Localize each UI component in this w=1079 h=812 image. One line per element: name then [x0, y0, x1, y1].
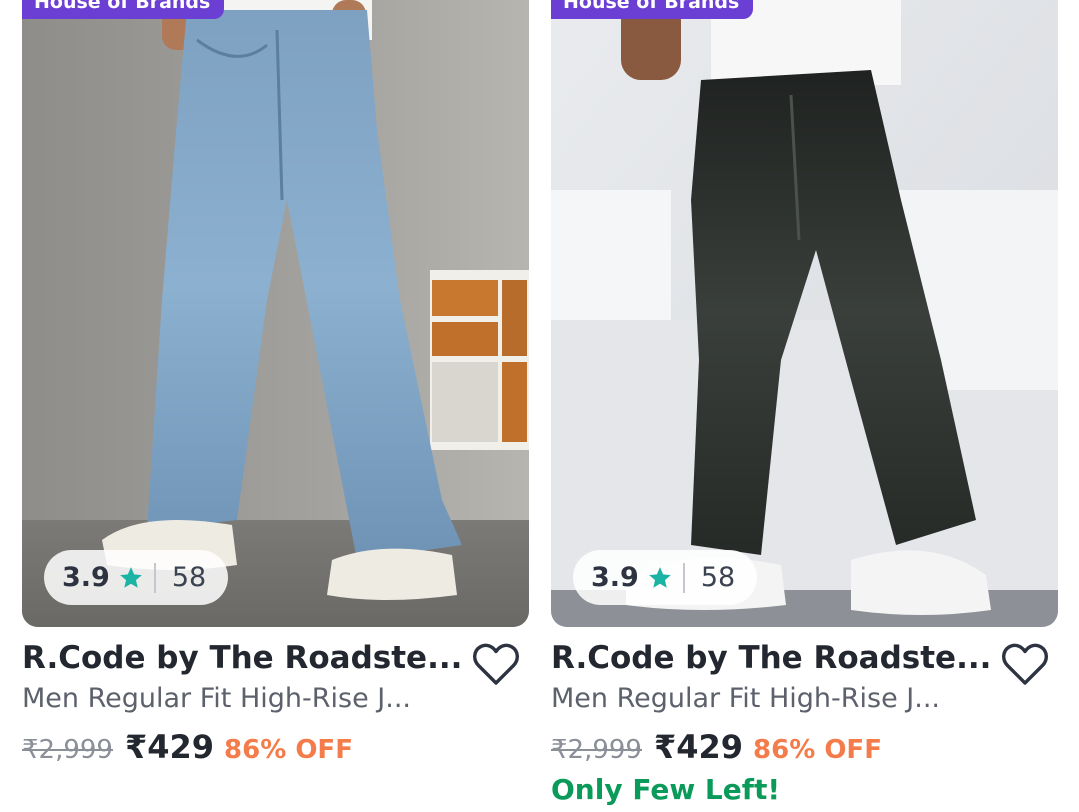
star-icon: [118, 565, 144, 591]
rating-value: 3.9: [591, 562, 639, 593]
original-price: ₹2,999: [22, 735, 113, 765]
star-icon: [647, 565, 673, 591]
original-price: ₹2,999: [551, 735, 642, 765]
wishlist-button[interactable]: [1000, 642, 1050, 690]
discount-label: 86% OFF: [224, 735, 353, 765]
product-image[interactable]: House of Brands 3.9 58: [22, 0, 529, 627]
sale-price: ₹429: [124, 728, 215, 766]
rating-pill: 3.9 58: [44, 550, 229, 605]
heart-outline-icon: [472, 642, 520, 690]
light-blue-wide-leg-jeans-photo: [22, 0, 529, 627]
price-row: ₹2,999 ₹429 86% OFF: [551, 728, 882, 766]
product-subtitle: Men Regular Fit High-Rise J...: [22, 683, 412, 714]
product-image[interactable]: House of Brands 3.9 58: [551, 0, 1058, 627]
discount-label: 86% OFF: [753, 735, 882, 765]
product-title[interactable]: R.Code by The Roadste...: [22, 640, 462, 676]
rating-count: 58: [171, 562, 207, 593]
product-card[interactable]: House of Brands 3.9 58 R.Code by The Roa…: [551, 0, 1058, 812]
stock-note: Only Few Left!: [551, 773, 781, 806]
rating-value: 3.9: [62, 562, 110, 593]
product-grid: House of Brands 3.9 58 R.Code by The Roa…: [0, 0, 1079, 812]
rating-divider: [153, 562, 156, 593]
rating-divider: [682, 562, 685, 593]
product-subtitle: Men Regular Fit High-Rise J...: [551, 683, 941, 714]
product-title[interactable]: R.Code by The Roadste...: [551, 640, 991, 676]
heart-outline-icon: [1001, 642, 1049, 690]
wishlist-button[interactable]: [471, 642, 521, 690]
brand-badge: House of Brands: [22, 0, 225, 19]
product-card[interactable]: House of Brands 3.9 58 R.Code by The Roa…: [22, 0, 529, 812]
rating-pill: 3.9 58: [573, 550, 758, 605]
brand-badge: House of Brands: [551, 0, 754, 19]
rating-count: 58: [700, 562, 736, 593]
black-relaxed-jeans-photo: [551, 0, 1058, 627]
sale-price: ₹429: [653, 728, 744, 766]
price-row: ₹2,999 ₹429 86% OFF: [22, 728, 353, 766]
